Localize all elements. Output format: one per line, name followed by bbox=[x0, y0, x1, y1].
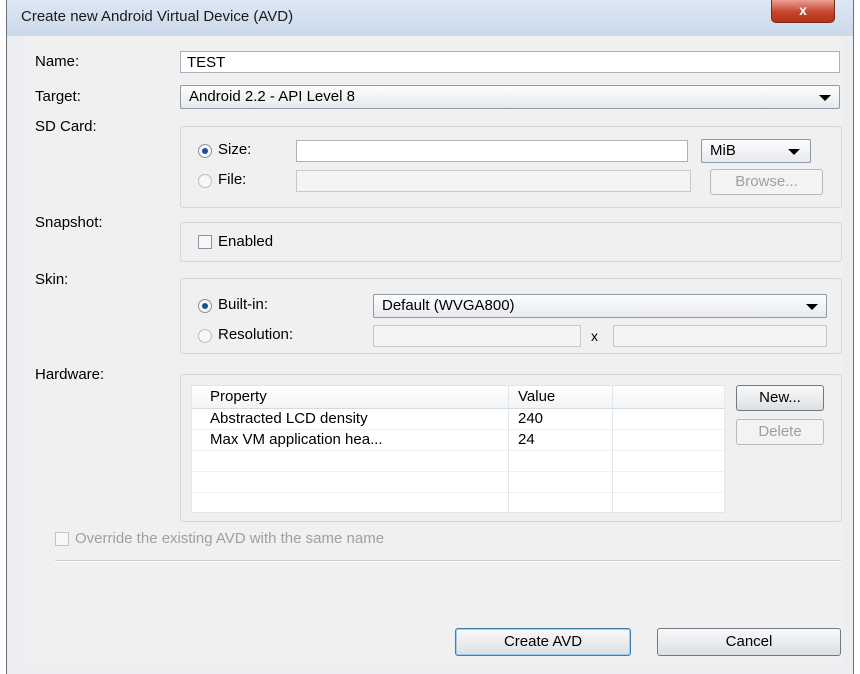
override-label: Override the existing AVD with the same … bbox=[75, 530, 385, 547]
row-divider bbox=[192, 492, 724, 493]
sdcard-size-radio[interactable] bbox=[198, 144, 212, 158]
column-header-property[interactable]: Property bbox=[210, 388, 267, 405]
skin-builtin-radio[interactable] bbox=[198, 299, 212, 313]
create-avd-button[interactable]: Create AVD bbox=[455, 628, 631, 656]
sdcard-size-label: Size: bbox=[218, 141, 252, 158]
sdcard-file-radio[interactable] bbox=[198, 174, 212, 188]
cancel-button[interactable]: Cancel bbox=[657, 628, 841, 656]
hardware-table-header: Property Value bbox=[192, 386, 724, 409]
hardware-label: Hardware: bbox=[35, 366, 105, 383]
override-checkbox[interactable] bbox=[55, 532, 69, 546]
snapshot-label: Snapshot: bbox=[35, 214, 103, 231]
skin-builtin-label: Built-in: bbox=[218, 296, 269, 313]
skin-resolution-radio[interactable] bbox=[198, 329, 212, 343]
row-property: Abstracted LCD density bbox=[210, 410, 368, 427]
sdcard-file-label: File: bbox=[218, 171, 247, 188]
chevron-down-icon bbox=[819, 95, 831, 101]
skin-group: Built-in: Default (WVGA800) Resolution: … bbox=[180, 278, 842, 354]
sdcard-unit-select[interactable]: MiB bbox=[701, 139, 811, 163]
browse-button[interactable]: Browse... bbox=[710, 169, 823, 195]
skin-resolution-label: Resolution: bbox=[218, 326, 294, 343]
skin-resolution-width-input[interactable] bbox=[373, 325, 581, 347]
target-select-value: Android 2.2 - API Level 8 bbox=[189, 88, 355, 105]
close-icon: x bbox=[799, 2, 807, 18]
row-value: 24 bbox=[518, 431, 535, 448]
row-divider bbox=[192, 429, 724, 430]
new-property-button[interactable]: New... bbox=[736, 385, 824, 411]
chevron-down-icon bbox=[806, 304, 818, 310]
snapshot-group: Enabled bbox=[180, 222, 842, 262]
chevron-down-icon bbox=[788, 149, 800, 155]
target-label: Target: bbox=[35, 88, 81, 105]
sdcard-file-input[interactable] bbox=[296, 170, 691, 192]
skin-builtin-value: Default (WVGA800) bbox=[382, 297, 515, 314]
column-divider bbox=[508, 386, 509, 512]
snapshot-enabled-label: Enabled bbox=[218, 233, 274, 250]
title-bar[interactable]: Create new Android Virtual Device (AVD) … bbox=[7, 0, 853, 36]
resolution-x-label: x bbox=[591, 328, 598, 344]
sdcard-size-input[interactable] bbox=[296, 140, 688, 162]
delete-property-button[interactable]: Delete bbox=[736, 419, 824, 445]
row-divider bbox=[192, 471, 724, 472]
row-property: Max VM application hea... bbox=[210, 431, 383, 448]
name-input[interactable]: TEST bbox=[180, 51, 840, 73]
name-label: Name: bbox=[35, 53, 80, 70]
column-divider bbox=[612, 386, 613, 512]
separator bbox=[55, 560, 841, 562]
column-header-value[interactable]: Value bbox=[518, 388, 555, 405]
dialog-body: Name: TEST Target: Android 2.2 - API Lev… bbox=[25, 36, 843, 664]
hardware-group: Property Value Abstracted LCD density 24… bbox=[180, 374, 842, 522]
target-select[interactable]: Android 2.2 - API Level 8 bbox=[180, 85, 840, 109]
skin-builtin-select[interactable]: Default (WVGA800) bbox=[373, 294, 827, 318]
snapshot-enabled-checkbox[interactable] bbox=[198, 235, 212, 249]
window-title: Create new Android Virtual Device (AVD) bbox=[21, 8, 294, 25]
hardware-table[interactable]: Property Value Abstracted LCD density 24… bbox=[191, 385, 725, 513]
name-input-value: TEST bbox=[187, 54, 226, 71]
sdcard-group: Size: MiB File: Browse... bbox=[180, 126, 842, 208]
row-value: 240 bbox=[518, 410, 544, 427]
row-divider bbox=[192, 450, 724, 451]
sdcard-unit-value: MiB bbox=[710, 142, 736, 159]
skin-label: Skin: bbox=[35, 271, 69, 288]
close-button[interactable]: x bbox=[771, 0, 835, 23]
skin-resolution-height-input[interactable] bbox=[613, 325, 827, 347]
dialog-window: Create new Android Virtual Device (AVD) … bbox=[6, 0, 854, 674]
sdcard-label: SD Card: bbox=[35, 118, 97, 135]
